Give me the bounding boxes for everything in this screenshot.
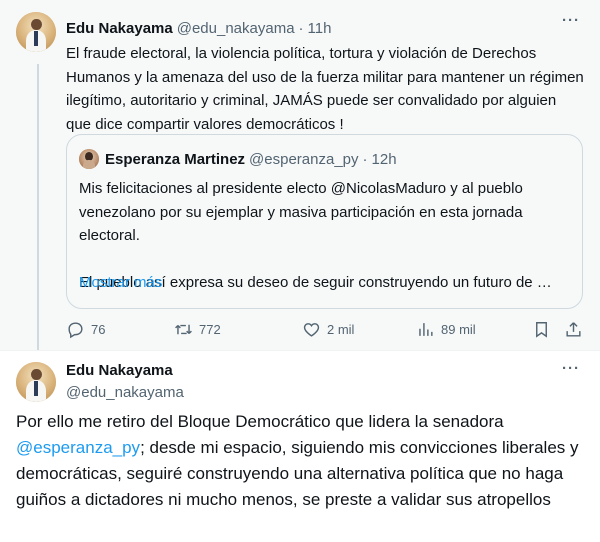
quote-author-name: Esperanza Martinez [105,150,246,168]
quote-author-handle: @esperanza_py [249,150,359,168]
author-name[interactable]: Edu Nakayama [66,20,173,37]
author-name[interactable]: Edu Nakayama [66,362,173,379]
quote-timestamp: 12h [371,150,397,168]
tweet-text-part: Por ello me retiro del Bloque Democrátic… [16,412,504,431]
repost-button[interactable]: 772 [174,317,221,341]
author-handle[interactable]: @edu_nakayama [66,384,184,401]
quote-header: Esperanza Martinez @esperanza_py · 12h [105,148,397,170]
separator-dot: · [298,19,304,37]
timestamp[interactable]: 11h [308,20,332,37]
quote-paragraph: Mis felicitaciones al presidente electo … [79,180,523,244]
bookmark-button[interactable] [532,317,551,341]
view-count: 89 mil [441,321,476,337]
separator-dot: · [362,150,368,168]
parent-tweet[interactable]: Edu Nakayama @edu_nakayama · 11h ··· El … [0,0,600,350]
share-icon [566,321,581,337]
reply-icon [68,321,83,338]
views-button[interactable]: 89 mil [416,317,476,341]
like-count: 2 mil [327,321,355,337]
bookmark-icon [536,321,547,338]
tweet-text: El fraude electoral, la violencia políti… [66,45,584,133]
avatar [79,149,99,169]
reply-button[interactable]: 76 [66,317,105,341]
mention-link[interactable]: @esperanza_py [16,438,140,457]
repost-count: 772 [199,321,221,337]
heart-icon [303,322,320,337]
more-horizontal-icon[interactable]: ··· [562,12,580,29]
tweet-header: Edu Nakayama @edu_nakayama · 11h [66,17,331,39]
avatar[interactable] [16,12,56,52]
thread-line [37,64,39,350]
author-handle[interactable]: @edu_nakayama [177,20,295,37]
like-button[interactable]: 2 mil [302,317,354,341]
tweet-text: Por ello me retiro del Bloque Democrátic… [16,409,586,513]
analytics-icon [419,322,433,336]
quoted-tweet[interactable]: Esperanza Martinez @esperanza_py · 12h M… [66,134,583,309]
show-more-link[interactable]: Mostrar más [79,274,162,291]
action-bar: 76 772 2 mil 89 mil [66,317,586,341]
avatar[interactable] [16,362,56,402]
repost-icon [175,324,192,334]
reply-count: 76 [91,321,106,337]
divider [0,350,600,351]
share-button[interactable] [564,317,583,341]
more-horizontal-icon[interactable]: ··· [562,360,580,377]
